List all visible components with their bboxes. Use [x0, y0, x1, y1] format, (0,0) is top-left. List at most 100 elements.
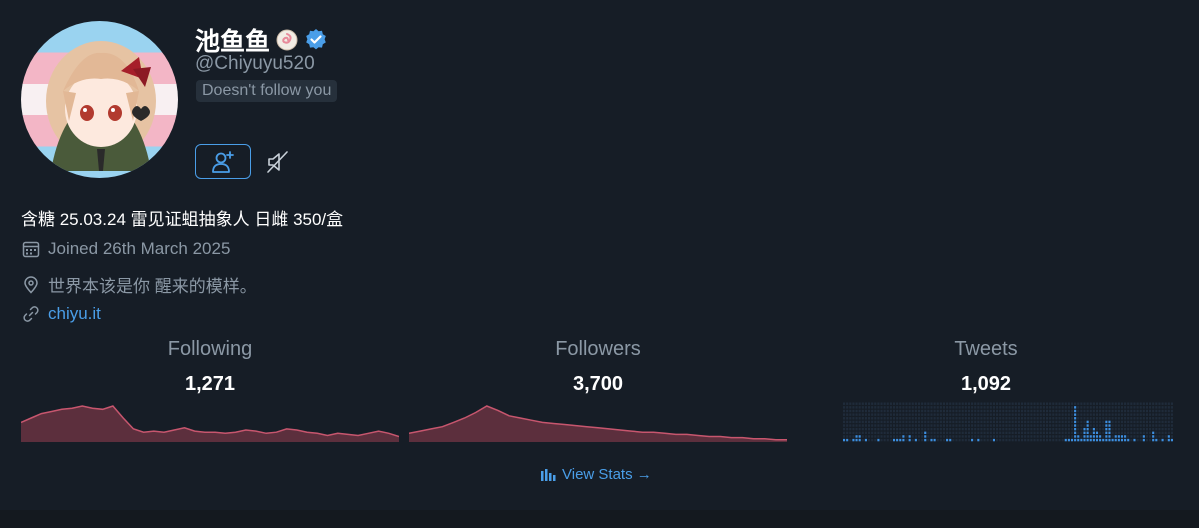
activity-empty-cell: [1002, 402, 1005, 405]
activity-empty-cell: [996, 413, 999, 416]
activity-bar-cell: [1074, 435, 1077, 438]
activity-empty-cell: [949, 409, 952, 413]
activity-empty-cell: [843, 431, 846, 435]
activity-empty-cell: [1139, 424, 1142, 427]
activity-empty-cell: [914, 424, 917, 427]
stat-tweets[interactable]: Tweets 1,092: [797, 338, 1175, 396]
activity-empty-cell: [1042, 438, 1045, 442]
activity-empty-cell: [942, 427, 946, 431]
activity-empty-cell: [867, 424, 871, 427]
activity-empty-cell: [1045, 402, 1049, 405]
activity-empty-cell: [996, 420, 999, 424]
activity-empty-cell: [1164, 409, 1167, 413]
activity-empty-cell: [1149, 438, 1152, 442]
activity-empty-cell: [852, 435, 855, 438]
activity-empty-cell: [999, 427, 1002, 431]
activity-empty-cell: [1020, 438, 1024, 442]
activity-empty-cell: [974, 406, 977, 409]
activity-bar-cell: [1083, 427, 1086, 431]
activity-empty-cell: [880, 427, 883, 431]
activity-empty-cell: [964, 424, 967, 427]
joined-date: Joined 26th March 2025: [48, 239, 231, 258]
activity-empty-cell: [958, 420, 961, 424]
activity-empty-cell: [914, 402, 917, 405]
activity-empty-cell: [1002, 420, 1005, 424]
activity-empty-cell: [1111, 413, 1114, 416]
activity-empty-cell: [1149, 413, 1152, 416]
activity-empty-cell: [1083, 409, 1086, 413]
activity-bar-cell: [1105, 435, 1108, 438]
activity-empty-cell: [899, 406, 902, 409]
activity-empty-cell: [1042, 427, 1045, 431]
activity-empty-cell: [1152, 409, 1155, 413]
activity-empty-cell: [1170, 409, 1173, 413]
activity-empty-cell: [1089, 413, 1092, 416]
activity-empty-cell: [996, 431, 999, 435]
activity-empty-cell: [855, 427, 858, 431]
activity-empty-cell: [1120, 417, 1124, 420]
activity-empty-cell: [883, 420, 886, 424]
activity-empty-cell: [1070, 409, 1074, 413]
stat-following[interactable]: Following 1,271: [21, 338, 399, 396]
activity-empty-cell: [1127, 424, 1130, 427]
activity-empty-cell: [924, 424, 927, 427]
activity-empty-cell: [902, 424, 905, 427]
avatar[interactable]: [21, 21, 178, 178]
activity-empty-cell: [967, 413, 971, 416]
activity-empty-cell: [980, 424, 983, 427]
activity-empty-cell: [1064, 431, 1067, 435]
activity-empty-cell: [911, 438, 914, 442]
activity-empty-cell: [1149, 427, 1152, 431]
activity-empty-cell: [1124, 417, 1127, 420]
activity-empty-cell: [886, 424, 889, 427]
activity-empty-cell: [1092, 413, 1095, 416]
activity-bar-cell: [1142, 435, 1145, 438]
activity-empty-cell: [846, 402, 849, 405]
activity-empty-cell: [986, 420, 989, 424]
activity-empty-cell: [1167, 406, 1170, 409]
activity-empty-cell: [1105, 406, 1108, 409]
activity-empty-cell: [1158, 435, 1161, 438]
activity-bar-cell: [1086, 424, 1089, 427]
view-stats-link[interactable]: View Stats →: [540, 466, 652, 483]
activity-empty-cell: [1086, 409, 1089, 413]
follow-button[interactable]: [195, 144, 251, 179]
activity-empty-cell: [1145, 406, 1149, 409]
activity-empty-cell: [936, 435, 939, 438]
activity-empty-cell: [1002, 406, 1005, 409]
activity-empty-cell: [980, 417, 983, 420]
activity-empty-cell: [917, 417, 921, 420]
activity-empty-cell: [1049, 413, 1052, 416]
activity-bar-cell: [1124, 438, 1127, 442]
activity-empty-cell: [1105, 413, 1108, 416]
activity-bar-cell: [1099, 435, 1102, 438]
activity-empty-cell: [939, 417, 942, 420]
activity-empty-cell: [1030, 409, 1033, 413]
activity-empty-cell: [1008, 417, 1011, 420]
activity-empty-cell: [1024, 409, 1027, 413]
activity-empty-cell: [1124, 420, 1127, 424]
activity-empty-cell: [1055, 402, 1058, 405]
activity-empty-cell: [974, 427, 977, 431]
activity-empty-cell: [874, 413, 877, 416]
activity-empty-cell: [1008, 406, 1011, 409]
activity-empty-cell: [1033, 402, 1036, 405]
activity-empty-cell: [1008, 424, 1011, 427]
activity-bar-cell: [924, 431, 927, 435]
website-link[interactable]: chiyu.it: [48, 304, 101, 324]
activity-empty-cell: [1077, 406, 1080, 409]
activity-empty-cell: [864, 417, 867, 420]
mute-button[interactable]: [262, 146, 294, 178]
activity-empty-cell: [855, 406, 858, 409]
stat-followers[interactable]: Followers 3,700: [409, 338, 787, 396]
activity-empty-cell: [1142, 427, 1145, 431]
activity-empty-cell: [1145, 427, 1149, 431]
activity-empty-cell: [1133, 431, 1136, 435]
activity-empty-cell: [986, 413, 989, 416]
activity-bar-cell: [1105, 431, 1108, 435]
activity-empty-cell: [971, 402, 974, 405]
activity-empty-cell: [1017, 402, 1020, 405]
activity-empty-cell: [899, 420, 902, 424]
activity-empty-cell: [1161, 435, 1164, 438]
activity-empty-cell: [1049, 409, 1052, 413]
